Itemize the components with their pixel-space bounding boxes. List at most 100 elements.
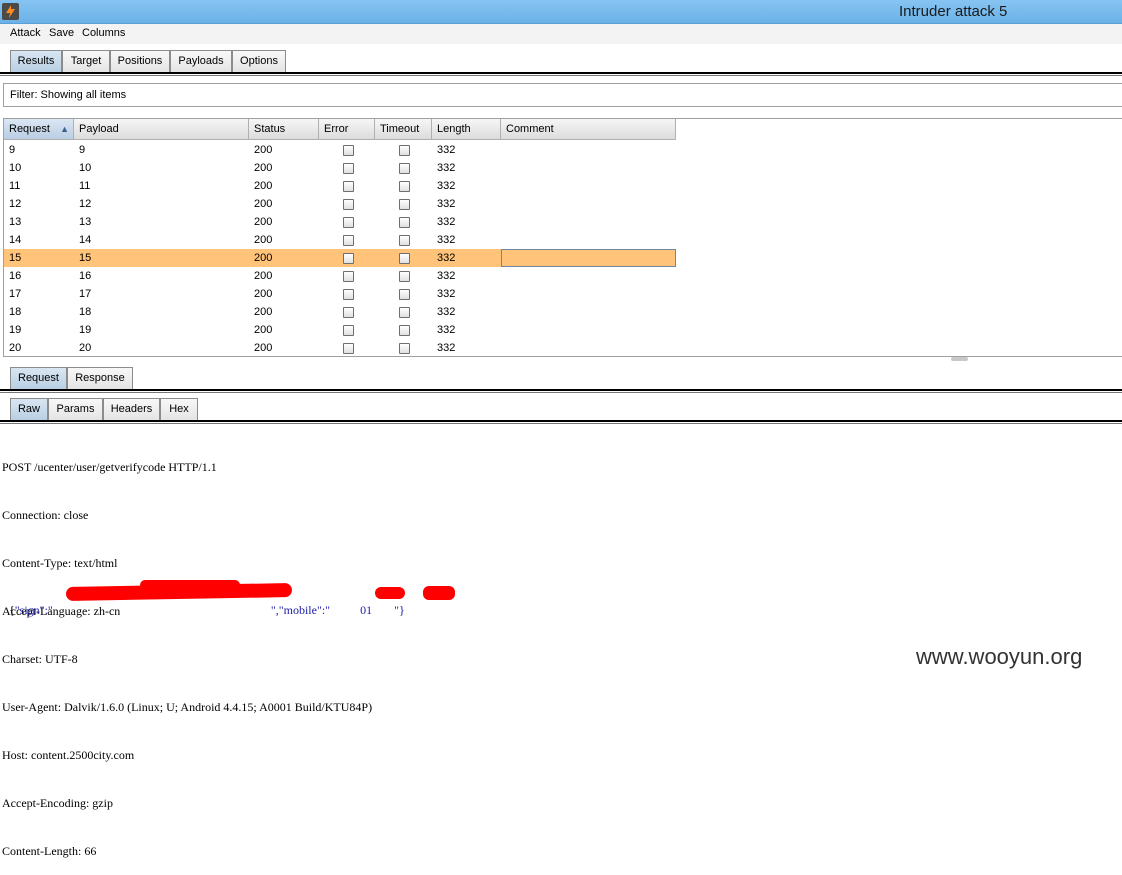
window-title: Intruder attack 5 [899,3,1008,20]
cell-comment[interactable] [501,303,676,321]
table-row[interactable]: 18 18 200 332 [4,303,676,321]
burp-app-icon [2,3,19,20]
error-checkbox[interactable] [343,343,354,354]
cell-request: 11 [9,180,21,192]
tab-payloads[interactable]: Payloads [170,50,232,72]
table-row[interactable]: 17 17 200 332 [4,285,676,303]
cell-length: 332 [437,324,456,336]
column-header-error[interactable]: Error [319,119,375,140]
cell-comment[interactable] [501,159,676,177]
cell-payload: 11 [79,180,91,192]
column-header-length[interactable]: Length [432,119,501,140]
column-header-payload[interactable]: Payload [74,119,249,140]
error-checkbox[interactable] [343,199,354,210]
cell-request: 12 [9,198,22,210]
cell-comment[interactable] [501,141,676,159]
timeout-checkbox[interactable] [399,181,410,192]
error-checkbox[interactable] [343,235,354,246]
cell-status: 200 [254,144,273,156]
timeout-checkbox[interactable] [399,163,410,174]
timeout-checkbox[interactable] [399,235,410,246]
splitter-handle[interactable] [951,357,968,361]
cell-payload: 10 [79,162,92,174]
menu-bar: Attack Save Columns [0,24,1122,44]
tab-divider [0,72,1122,74]
cell-comment[interactable] [501,339,676,356]
error-checkbox[interactable] [343,307,354,318]
cell-request: 18 [9,306,22,318]
timeout-checkbox[interactable] [399,253,410,264]
table-row[interactable]: 13 13 200 332 [4,213,676,231]
error-checkbox[interactable] [343,163,354,174]
error-checkbox[interactable] [343,271,354,282]
error-checkbox[interactable] [343,289,354,300]
cell-length: 332 [437,306,456,318]
cell-comment[interactable] [501,213,676,231]
results-table: Request ▲ Payload Status Error Timeout L… [3,118,1122,357]
tab-headers[interactable]: Headers [103,398,160,420]
timeout-checkbox[interactable] [399,343,410,354]
cell-comment[interactable] [501,249,676,267]
cell-payload: 12 [79,198,92,210]
cell-comment[interactable] [501,321,676,339]
cell-comment[interactable] [501,285,676,303]
column-header-request[interactable]: Request ▲ [4,119,74,140]
redaction-mark [423,586,455,600]
table-row[interactable]: 16 16 200 332 [4,267,676,285]
cell-request: 19 [9,324,22,336]
body-colon: :" [321,603,331,617]
tab-positions[interactable]: Positions [110,50,170,72]
cell-comment[interactable] [501,195,676,213]
filter-label: Filter: Showing all items [10,89,127,101]
detail-tab-divider [0,389,1122,391]
column-header-timeout[interactable]: Timeout [375,119,432,140]
timeout-checkbox[interactable] [399,271,410,282]
error-checkbox[interactable] [343,217,354,228]
error-checkbox[interactable] [343,253,354,264]
error-checkbox[interactable] [343,181,354,192]
timeout-checkbox[interactable] [399,307,410,318]
cell-length: 332 [437,144,456,156]
table-row[interactable]: 10 10 200 332 [4,159,676,177]
table-row[interactable]: 19 19 200 332 [4,321,676,339]
column-header-comment[interactable]: Comment [501,119,676,140]
tab-raw[interactable]: Raw [10,398,48,420]
tab-results[interactable]: Results [10,50,62,72]
cell-request: 20 [9,342,22,354]
timeout-checkbox[interactable] [399,217,410,228]
error-checkbox[interactable] [343,325,354,336]
timeout-checkbox[interactable] [399,199,410,210]
menu-attack[interactable]: Attack [10,27,41,39]
cell-status: 200 [254,270,273,282]
table-row[interactable]: 20 20 200 332 [4,339,676,356]
table-row[interactable]: 12 12 200 332 [4,195,676,213]
table-row[interactable]: 14 14 200 332 [4,231,676,249]
timeout-checkbox[interactable] [399,289,410,300]
cell-request: 13 [9,216,22,228]
menu-save[interactable]: Save [49,27,74,39]
cell-length: 332 [437,216,456,228]
tab-target[interactable]: Target [62,50,110,72]
timeout-checkbox[interactable] [399,145,410,156]
cell-comment[interactable] [501,177,676,195]
cell-comment[interactable] [501,231,676,249]
raw-request-editor[interactable]: POST /ucenter/user/getverifycode HTTP/1.… [2,427,372,875]
error-checkbox[interactable] [343,145,354,156]
table-row[interactable]: 15 15 200 332 [4,249,676,267]
menu-columns[interactable]: Columns [82,27,125,39]
table-row[interactable]: 9 9 200 332 [4,141,676,159]
cell-comment[interactable] [501,267,676,285]
sort-ascending-icon: ▲ [60,124,69,134]
tab-params[interactable]: Params [48,398,103,420]
table-row[interactable]: 11 11 200 332 [4,177,676,195]
timeout-checkbox[interactable] [399,325,410,336]
tab-response[interactable]: Response [67,367,133,389]
filter-bar[interactable]: Filter: Showing all items [3,83,1122,107]
column-header-status[interactable]: Status [249,119,319,140]
cell-length: 332 [437,180,456,192]
tab-hex[interactable]: Hex [160,398,198,420]
tab-options[interactable]: Options [232,50,286,72]
tab-request[interactable]: Request [10,367,67,389]
title-bar: Intruder attack 5 [0,0,1122,24]
cell-status: 200 [254,324,273,336]
